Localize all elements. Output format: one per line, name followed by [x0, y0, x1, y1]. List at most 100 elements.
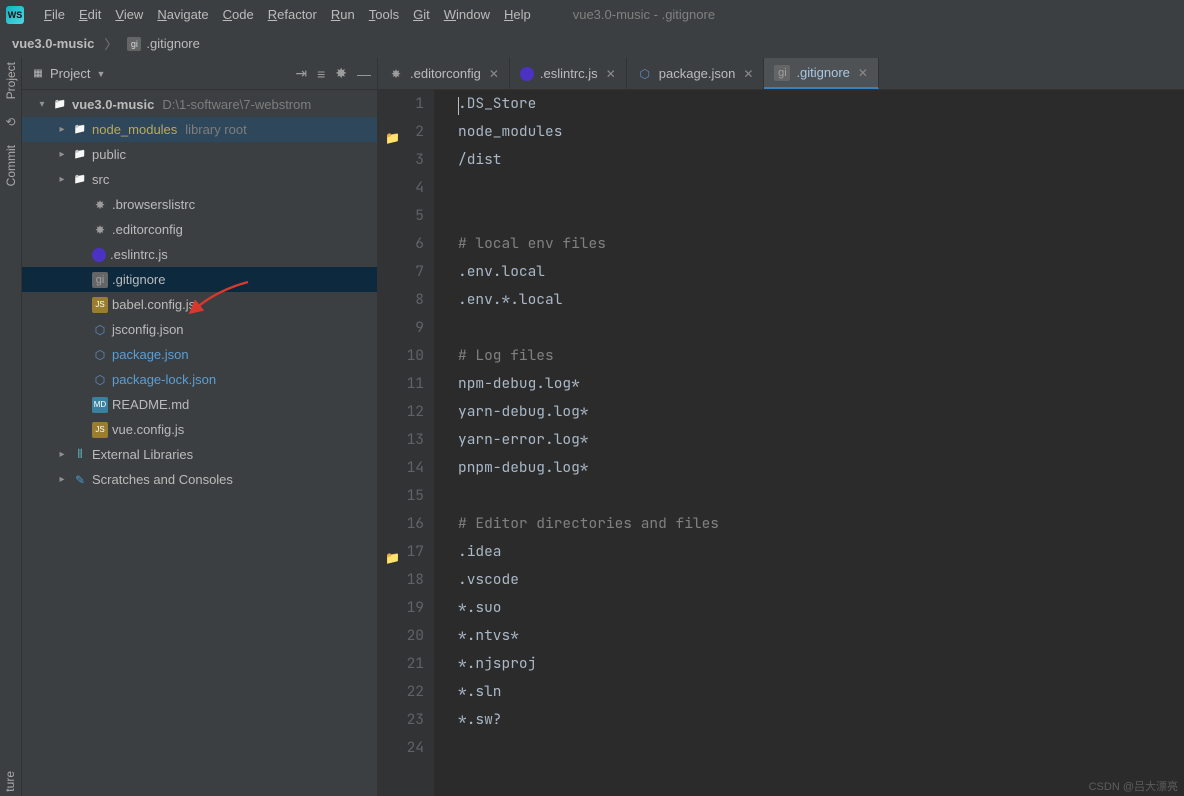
- rail-tab-commit[interactable]: Commit: [4, 145, 18, 186]
- collapse-all-button[interactable]: ≡: [317, 66, 325, 82]
- menu-navigate[interactable]: Navigate: [151, 5, 214, 24]
- line-number[interactable]: 7: [378, 258, 424, 286]
- breadcrumb-root[interactable]: vue3.0-music: [8, 34, 98, 53]
- json-icon: ⬡: [92, 322, 108, 338]
- code-line[interactable]: # Log files: [458, 342, 1184, 370]
- menu-file[interactable]: File: [38, 5, 71, 24]
- menu-view[interactable]: View: [109, 5, 149, 24]
- close-icon[interactable]: ✕: [489, 67, 499, 81]
- menu-code[interactable]: Code: [217, 5, 260, 24]
- tree-file-package-json[interactable]: ⬡ package.json: [22, 342, 377, 367]
- line-number[interactable]: 5: [378, 202, 424, 230]
- tree-file-package-lock-json[interactable]: ⬡ package-lock.json: [22, 367, 377, 392]
- code-line[interactable]: *.sln: [458, 678, 1184, 706]
- line-number[interactable]: 4: [378, 174, 424, 202]
- line-number[interactable]: 1: [378, 90, 424, 118]
- line-number[interactable]: 20: [378, 622, 424, 650]
- tree-file-README-md[interactable]: MD README.md: [22, 392, 377, 417]
- tree-folder-public[interactable]: public: [22, 142, 377, 167]
- code-line[interactable]: .DS_Store: [458, 90, 1184, 118]
- line-number[interactable]: 19: [378, 594, 424, 622]
- line-number[interactable]: 14: [378, 454, 424, 482]
- code-line[interactable]: yarn-error.log*: [458, 426, 1184, 454]
- close-icon[interactable]: ✕: [743, 67, 753, 81]
- tree-folder-src[interactable]: src: [22, 167, 377, 192]
- line-number[interactable]: 11: [378, 370, 424, 398]
- code-line[interactable]: [458, 202, 1184, 230]
- line-number[interactable]: 23: [378, 706, 424, 734]
- line-number[interactable]: 21: [378, 650, 424, 678]
- menu-tools[interactable]: Tools: [363, 5, 405, 24]
- eslint-icon: [520, 67, 534, 81]
- json-icon: ⬡: [92, 372, 108, 388]
- js-icon: JS: [92, 422, 108, 438]
- tab--eslintrc-js[interactable]: .eslintrc.js✕: [510, 58, 627, 89]
- line-number[interactable]: 22: [378, 678, 424, 706]
- hide-button[interactable]: —: [357, 66, 371, 82]
- code-line[interactable]: # Editor directories and files: [458, 510, 1184, 538]
- line-number[interactable]: 12: [378, 398, 424, 426]
- menu-git[interactable]: Git: [407, 5, 436, 24]
- tree-file-jsconfig-json[interactable]: ⬡ jsconfig.json: [22, 317, 377, 342]
- tree-folder-node_modules[interactable]: node_modules library root: [22, 117, 377, 142]
- tree-root[interactable]: vue3.0-music D:\1-software\7-webstrom: [22, 92, 377, 117]
- tree-external-libraries[interactable]: ⫴ External Libraries: [22, 442, 377, 467]
- line-number[interactable]: 10: [378, 342, 424, 370]
- code-line[interactable]: [458, 482, 1184, 510]
- breadcrumb-file[interactable]: gi .gitignore: [123, 34, 203, 53]
- tree-file--browserslistrc[interactable]: ✸ .browserslistrc: [22, 192, 377, 217]
- code-line[interactable]: *.ntvs*: [458, 622, 1184, 650]
- tree-scratches-and-consoles[interactable]: ✎ Scratches and Consoles: [22, 467, 377, 492]
- code-line[interactable]: *.njsproj: [458, 650, 1184, 678]
- tree-file-vue-config-js[interactable]: JS vue.config.js: [22, 417, 377, 442]
- tree-file--editorconfig[interactable]: ✸ .editorconfig: [22, 217, 377, 242]
- line-number[interactable]: 3: [378, 146, 424, 174]
- line-number[interactable]: 16: [378, 510, 424, 538]
- code-line[interactable]: yarn-debug.log*: [458, 398, 1184, 426]
- code-line[interactable]: npm-debug.log*: [458, 370, 1184, 398]
- tree-file-babel-config-js[interactable]: JS babel.config.js: [22, 292, 377, 317]
- library-icon: ⫴: [72, 447, 88, 463]
- tab-package-json[interactable]: ⬡package.json✕: [627, 58, 765, 89]
- menu-window[interactable]: Window: [438, 5, 496, 24]
- close-icon[interactable]: ✕: [606, 67, 616, 81]
- tree-file--gitignore[interactable]: gi .gitignore: [22, 267, 377, 292]
- line-number[interactable]: 24: [378, 734, 424, 762]
- code-line[interactable]: /dist: [458, 146, 1184, 174]
- select-opened-file-button[interactable]: ⇥: [295, 65, 307, 82]
- menu-help[interactable]: Help: [498, 5, 537, 24]
- rail-commit-icon[interactable]: ⟲: [5, 115, 15, 129]
- code-line[interactable]: *.suo: [458, 594, 1184, 622]
- rail-tab-structure[interactable]: ture: [3, 771, 17, 792]
- line-number[interactable]: 13: [378, 426, 424, 454]
- code-line[interactable]: *.sw?: [458, 706, 1184, 734]
- rail-tab-project[interactable]: Project: [4, 62, 18, 99]
- code-line[interactable]: .vscode: [458, 566, 1184, 594]
- code-line[interactable]: # local env files: [458, 230, 1184, 258]
- tab--gitignore[interactable]: gi.gitignore✕: [764, 58, 879, 89]
- project-view-selector[interactable]: ▦ Project ▼: [24, 63, 111, 85]
- json-icon: ⬡: [92, 347, 108, 363]
- menu-refactor[interactable]: Refactor: [262, 5, 323, 24]
- tree-file--eslintrc-js[interactable]: .eslintrc.js: [22, 242, 377, 267]
- code-line[interactable]: pnpm-debug.log*: [458, 454, 1184, 482]
- code-line[interactable]: .env.local: [458, 258, 1184, 286]
- code-line[interactable]: node_modules: [458, 118, 1184, 146]
- gitignore-icon: gi: [127, 37, 141, 51]
- code-line[interactable]: [458, 174, 1184, 202]
- settings-button[interactable]: ✸: [335, 65, 347, 82]
- line-number[interactable]: 18: [378, 566, 424, 594]
- line-number[interactable]: 6: [378, 230, 424, 258]
- editor-caret: [458, 97, 459, 115]
- tab--editorconfig[interactable]: ✸.editorconfig✕: [378, 58, 510, 89]
- menu-run[interactable]: Run: [325, 5, 361, 24]
- line-number[interactable]: 15: [378, 482, 424, 510]
- menu-edit[interactable]: Edit: [73, 5, 107, 24]
- code-line[interactable]: .env.*.local: [458, 286, 1184, 314]
- code-line[interactable]: [458, 734, 1184, 762]
- line-number[interactable]: 9: [378, 314, 424, 342]
- code-line[interactable]: [458, 314, 1184, 342]
- close-icon[interactable]: ✕: [858, 66, 868, 80]
- code-line[interactable]: .idea: [458, 538, 1184, 566]
- line-number[interactable]: 8: [378, 286, 424, 314]
